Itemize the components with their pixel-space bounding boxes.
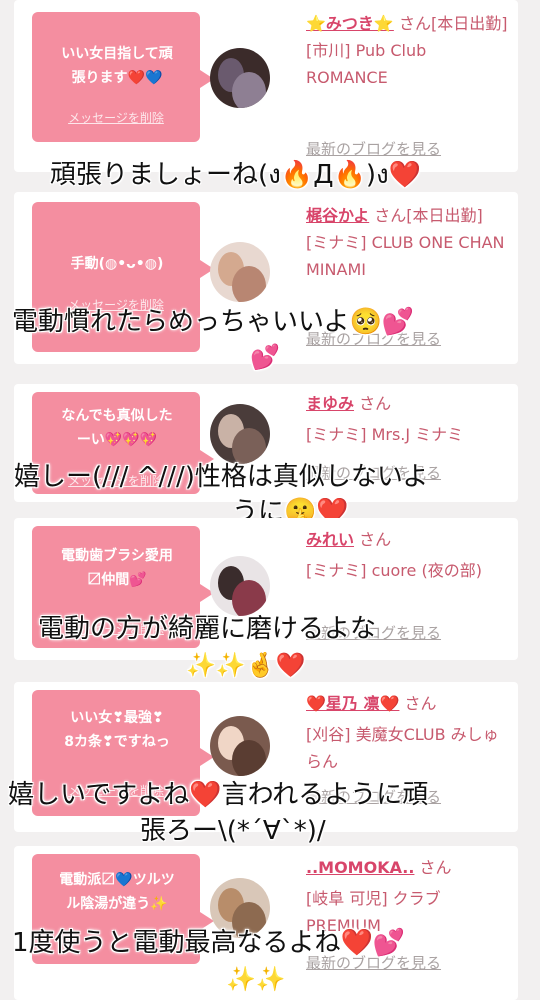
name-suffix: さん[本日出勤] — [374, 206, 483, 225]
delete-message-link[interactable]: メッセージを削除 — [32, 109, 200, 126]
profile-name-link[interactable]: 梶谷かよ — [306, 206, 369, 225]
profile-name-link[interactable]: まゆみ — [306, 394, 354, 413]
overlay-comment-line2: 💕 — [250, 343, 280, 371]
overlay-comment: 嬉しー(/// ^///)性格は真似しないよ — [14, 462, 429, 492]
shop-info: [ミナミ] cuore (夜の部) — [306, 561, 482, 580]
shop-info: [ミナミ] Mrs.J ミナミ — [306, 425, 464, 444]
shop-info: [市川] Pub Club ROMANCE — [306, 41, 427, 87]
message-text: 電動派〼💙ツルツ ル陰湯が違う✨ — [59, 872, 175, 912]
overlay-comment: 電動の方が綺麗に磨けるよな — [38, 614, 377, 644]
avatar[interactable] — [210, 48, 270, 108]
profile-name-link[interactable]: ..MOMOKA.. — [306, 858, 414, 877]
shop-info: [ミナミ] CLUB ONE CHAN MINAMI — [306, 233, 505, 279]
overlay-comment-line2: ✨✨🤞❤️ — [186, 651, 306, 679]
name-suffix: さん — [359, 394, 392, 413]
name-suffix: さん — [419, 858, 452, 877]
overlay-comment: 嬉しいですよね❤️言われるように頑 — [8, 780, 429, 810]
message-card: いい女目指して頑 張ります❤️💙 メッセージを削除 ⭐みつき⭐ さん[本日出勤]… — [14, 0, 518, 172]
message-bubble: いい女目指して頑 張ります❤️💙 メッセージを削除 — [32, 12, 214, 142]
latest-blog-link[interactable]: 最新のブログを見る — [306, 138, 441, 159]
name-suffix: さん — [359, 530, 392, 549]
avatar[interactable] — [210, 404, 270, 464]
profile-name-link[interactable]: ❤️星乃 凛❤️ — [306, 694, 399, 713]
message-text: いい女❣最強❣ 8カ条❣ですねっ — [64, 710, 170, 750]
profile-name-link[interactable]: みれい — [306, 530, 354, 549]
overlay-comment: 頑張りましょーね(ง🔥Д🔥)ง❤️ — [50, 160, 422, 190]
avatar[interactable] — [210, 716, 270, 776]
overlay-comment: 1度使うと電動最高なるよね❤️💕 — [12, 928, 406, 958]
profile-name-link[interactable]: ⭐みつき⭐ — [306, 14, 394, 33]
overlay-comment-line2: 張ろー\(*´∀`*)/ — [140, 816, 326, 846]
overlay-comment-line2: ✨✨ — [226, 965, 286, 993]
avatar[interactable] — [210, 556, 270, 616]
message-text: 電動歯ブラシ愛用 〼仲間💕 — [61, 548, 173, 588]
name-suffix: さん[本日出勤] — [398, 14, 508, 33]
overlay-comment: 電動慣れたらめっちゃいいよ🥺💕 — [12, 307, 415, 337]
name-suffix: さん — [404, 694, 437, 713]
shop-info: [刈谷] 美魔女CLUB みしゅらん — [306, 725, 499, 771]
message-text: 手動(◍•ᴗ•◍) — [70, 256, 164, 272]
message-text: なんでも真似した ーい💖💖💖 — [61, 408, 173, 448]
avatar[interactable] — [210, 242, 270, 302]
message-text: いい女目指して頑 張ります❤️💙 — [61, 46, 173, 86]
